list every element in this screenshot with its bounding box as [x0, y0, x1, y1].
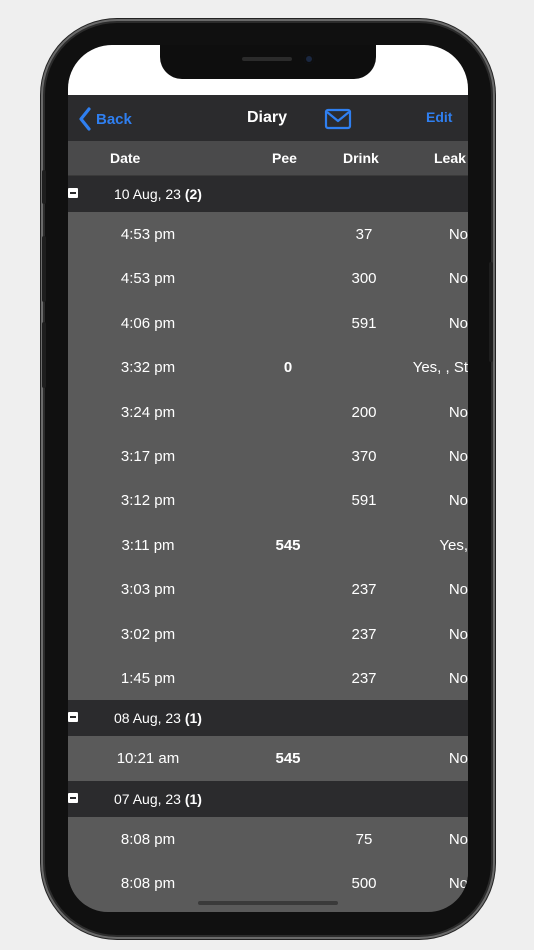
chevron-left-icon: [79, 107, 91, 131]
group-date: 07 Aug, 23: [114, 790, 181, 807]
group-date-label: 07 Aug, 23 (1): [114, 791, 202, 807]
entry-time: 10:21 am: [116, 750, 180, 768]
entry-pee: 545: [275, 536, 301, 554]
diary-list: 10 Aug, 23 (2) 4:53 pm 37 No 4:53 pm 300 No 4:0…: [68, 176, 468, 906]
collapse-minus-icon[interactable]: [68, 712, 78, 723]
collapse-minus-icon[interactable]: [68, 792, 78, 803]
edit-button[interactable]: Edit: [426, 109, 452, 125]
entry-leak: Yes,: [439, 536, 468, 554]
entry-drink: 500: [351, 875, 377, 893]
entry-time: 8:08 pm: [120, 830, 176, 848]
entry-time: 3:32 pm: [120, 359, 176, 377]
entry-time: 4:53 pm: [120, 270, 176, 288]
mute-switch: [42, 170, 46, 204]
entry-time: 3:03 pm: [120, 581, 176, 599]
diary-entry-row[interactable]: 3:03 pm 237 No: [68, 567, 468, 612]
navigation-bar: Back Diary Edit: [68, 95, 468, 141]
diary-entry-row[interactable]: 3:17 pm 370 No: [68, 433, 468, 479]
entry-drink: 75: [355, 830, 373, 848]
back-label: Back: [96, 110, 132, 128]
diary-entry-row[interactable]: 4:53 pm 300 No: [68, 256, 468, 301]
column-header-pee[interactable]: Pee: [272, 150, 297, 166]
entry-leak: No: [448, 492, 468, 510]
diary-entry-row[interactable]: 8:08 pm 500 No: [68, 861, 468, 906]
diary-entry-row[interactable]: 3:24 pm 200 No: [68, 389, 468, 434]
entry-leak: Yes, , St: [412, 359, 468, 377]
entry-drink: 591: [351, 314, 377, 332]
entry-drink: 370: [351, 447, 377, 465]
diary-entry-row[interactable]: 10:21 am 545 No: [68, 736, 468, 781]
entry-leak: No: [448, 581, 468, 599]
diary-entry-row[interactable]: 3:12 pm 591 No: [68, 478, 468, 523]
entry-drink: 200: [351, 403, 377, 421]
group-date: 10 Aug, 23: [114, 186, 181, 202]
home-indicator[interactable]: [198, 901, 338, 905]
diary-entry-row[interactable]: 8:08 pm 75 No: [68, 816, 468, 862]
entry-leak: No: [448, 314, 468, 332]
phone-screen: Back Diary Edit Date Pee Drink Leak 10 A…: [68, 45, 468, 912]
entry-leak: No: [448, 750, 468, 768]
entry-time: 3:02 pm: [120, 625, 176, 643]
entry-time: 3:12 pm: [120, 492, 176, 510]
group-count: (1): [184, 710, 202, 727]
front-camera: [304, 54, 314, 64]
entry-leak: No: [448, 226, 468, 243]
date-group-header[interactable]: 07 Aug, 23 (1): [68, 780, 468, 817]
entry-leak: No: [448, 875, 468, 893]
power-button: [489, 262, 493, 362]
entry-leak: No: [448, 270, 468, 288]
entry-leak: No: [448, 625, 468, 643]
entry-drink: 37: [355, 226, 373, 243]
entry-time: 1:45 pm: [120, 669, 176, 687]
entry-time: 4:06 pm: [120, 314, 176, 332]
entry-pee: 0: [283, 359, 293, 377]
entry-leak: No: [448, 830, 468, 848]
group-date-label: 08 Aug, 23 (1): [114, 710, 202, 726]
column-header-drink[interactable]: Drink: [343, 150, 379, 166]
entry-drink: 300: [351, 270, 377, 288]
collapse-minus-icon[interactable]: [68, 188, 78, 198]
diary-entry-row[interactable]: 3:11 pm 545 Yes,: [68, 522, 468, 568]
group-date: 08 Aug, 23: [114, 710, 181, 727]
column-header-date[interactable]: Date: [110, 150, 140, 166]
diary-entry-row[interactable]: 1:45 pm 237 No: [68, 655, 468, 701]
entry-time: 8:08 pm: [120, 875, 176, 893]
volume-down-button: [42, 322, 46, 388]
volume-up-button: [42, 236, 46, 302]
entry-leak: No: [448, 669, 468, 687]
entry-pee: 545: [275, 750, 301, 768]
date-group-header[interactable]: 10 Aug, 23 (2): [68, 176, 468, 212]
date-group-header[interactable]: 08 Aug, 23 (1): [68, 700, 468, 737]
entry-time: 3:24 pm: [120, 403, 176, 421]
entry-leak: No: [448, 447, 468, 465]
entry-drink: 591: [351, 492, 377, 510]
notch: [160, 45, 376, 79]
entry-time: 4:53 pm: [120, 226, 176, 243]
column-header-leak[interactable]: Leak: [434, 150, 466, 166]
entry-drink: 237: [351, 669, 377, 687]
entry-time: 3:17 pm: [120, 447, 176, 465]
column-header-row: Date Pee Drink Leak: [68, 141, 468, 176]
group-count: (1): [184, 790, 202, 807]
entry-drink: 237: [351, 625, 377, 643]
diary-entry-row[interactable]: 4:53 pm 37 No: [68, 212, 468, 257]
diary-entry-row[interactable]: 3:02 pm 237 No: [68, 611, 468, 656]
group-count: (2): [184, 186, 202, 202]
earpiece-speaker: [242, 57, 292, 61]
entry-leak: No: [448, 403, 468, 421]
page-title: Diary: [246, 109, 288, 126]
diary-entry-row[interactable]: 3:32 pm 0 Yes, , St: [68, 345, 468, 390]
entry-time: 3:11 pm: [121, 536, 175, 554]
status-bar: [68, 45, 468, 95]
group-date-label: 10 Aug, 23 (2): [114, 186, 202, 202]
diary-entry-row[interactable]: 4:06 pm 591 No: [68, 300, 468, 346]
entry-drink: 237: [351, 581, 377, 599]
back-button[interactable]: Back: [78, 107, 132, 131]
mail-envelope-icon[interactable]: [324, 107, 352, 131]
